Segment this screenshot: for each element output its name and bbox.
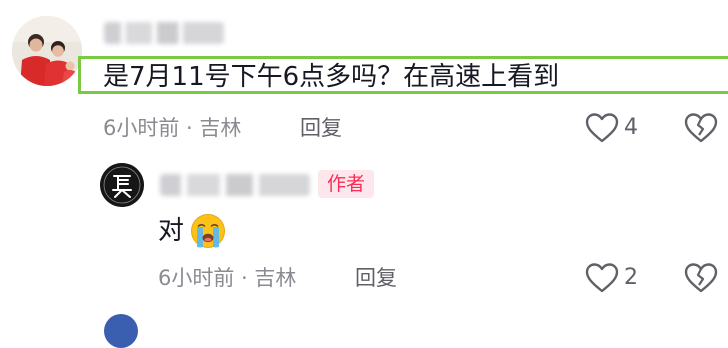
like-count: 4 [624, 115, 638, 140]
commenter-avatar[interactable] [12, 16, 82, 86]
author-badge: 作者 [318, 170, 375, 198]
author-name-blurred[interactable] [160, 174, 310, 196]
comment-meta: 6小时前 · 吉林 [103, 116, 242, 140]
reply-text[interactable]: 对 [158, 213, 184, 249]
reply-meta: 6小时前 · 吉林 [158, 266, 297, 290]
heart-icon[interactable] [585, 113, 619, 143]
loudly-crying-face-icon [190, 213, 226, 249]
comment-text[interactable]: 是7月11号下午6点多吗？在高速上看到 [103, 60, 559, 94]
heart-icon[interactable] [585, 263, 619, 293]
like-count: 2 [624, 265, 638, 290]
reply-button[interactable]: 回复 [355, 264, 397, 292]
commenter-name-blurred[interactable] [104, 22, 224, 44]
author-avatar[interactable] [100, 163, 144, 207]
next-comment-avatar[interactable] [104, 314, 138, 348]
reply-button[interactable]: 回复 [300, 114, 342, 142]
broken-heart-icon[interactable] [684, 113, 718, 143]
broken-heart-icon[interactable] [684, 263, 718, 293]
